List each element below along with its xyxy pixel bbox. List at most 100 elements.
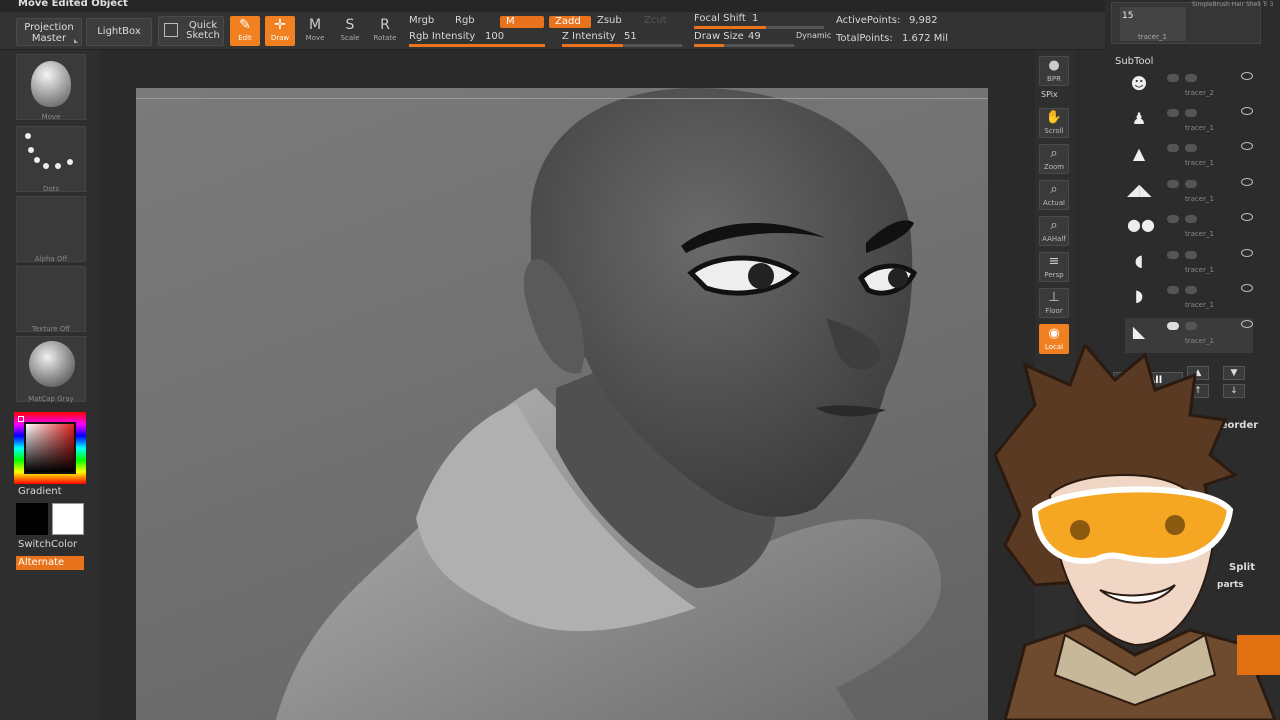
character-overlay: [993, 345, 1280, 720]
color-marker: [18, 416, 24, 422]
right-pupil: [888, 268, 908, 288]
toggle[interactable]: [1185, 322, 1197, 330]
rgb-intensity-value: 100: [485, 31, 505, 42]
scale-button[interactable]: S Scale: [335, 16, 365, 46]
toggle[interactable]: [1185, 144, 1197, 152]
eyes-icon: ●●: [1127, 215, 1155, 234]
material-slot[interactable]: MatCap Gray: [16, 336, 86, 403]
eye-icon[interactable]: [1241, 178, 1253, 186]
toggle[interactable]: [1167, 74, 1179, 82]
texture-label: Texture Off: [31, 325, 71, 333]
draw-button[interactable]: ✛ Draw: [265, 16, 295, 46]
subtool-item[interactable]: ☻ tracer_2: [1125, 70, 1253, 105]
tool-count: 15: [1122, 11, 1134, 21]
aahalf-button[interactable]: ⌕ AAHalf: [1039, 216, 1069, 246]
stroke-slot[interactable]: Dots: [16, 126, 86, 193]
alpha-slot[interactable]: Alpha Off: [16, 196, 86, 263]
bpr-button[interactable]: ● BPR: [1039, 56, 1069, 86]
subtool-item[interactable]: ◗ tracer_1: [1125, 282, 1253, 317]
toggle[interactable]: [1185, 251, 1197, 259]
toggle[interactable]: [1167, 322, 1179, 330]
toggle[interactable]: [1185, 180, 1197, 188]
sculpt-model[interactable]: [136, 88, 988, 720]
stroke-dot: [25, 133, 31, 139]
gradient-label[interactable]: Gradient: [18, 486, 62, 497]
dynamic-toggle[interactable]: Dynamic: [796, 31, 831, 40]
texture-slot[interactable]: Texture Off: [16, 266, 86, 333]
rotate-button[interactable]: R Rotate: [370, 16, 400, 46]
chevron-down-icon: [74, 39, 78, 43]
mrgb-toggle[interactable]: Mrgb: [409, 15, 434, 26]
alternate-button[interactable]: Alternate: [16, 556, 84, 570]
subtool-item[interactable]: ◢◣ tracer_1: [1125, 176, 1253, 211]
window-title: Move Edited Object: [18, 0, 128, 9]
toggle[interactable]: [1167, 109, 1179, 117]
lightbox-button[interactable]: LightBox: [86, 18, 152, 46]
z-intensity-slider[interactable]: [562, 44, 682, 47]
active-points-label: ActivePoints:: [836, 15, 901, 26]
subtool-item[interactable]: ♟ tracer_1: [1125, 105, 1253, 140]
actual-button[interactable]: ⌕ Actual: [1039, 180, 1069, 210]
toggle[interactable]: [1167, 286, 1179, 294]
title-bar: Move Edited Object: [0, 0, 1280, 12]
subtool-title[interactable]: SubTool: [1115, 56, 1153, 67]
stroke-dot: [67, 159, 73, 165]
actual-icon: ⌕: [1050, 182, 1058, 197]
subtool-item[interactable]: ▲ tracer_1: [1125, 140, 1253, 175]
scroll-button[interactable]: ✋ Scroll: [1039, 108, 1069, 138]
spix-label[interactable]: SPix: [1041, 90, 1058, 99]
eyebrows-icon: ◢◣: [1127, 180, 1152, 199]
subtool-item[interactable]: ●● tracer_1: [1125, 211, 1253, 246]
eye-icon[interactable]: [1241, 249, 1253, 257]
eye-icon[interactable]: [1241, 107, 1253, 115]
quick-sketch-label: Quick Sketch: [186, 20, 220, 41]
toggle[interactable]: [1185, 215, 1197, 223]
zadd-toggle[interactable]: Zadd: [549, 16, 591, 28]
main-color-swatch[interactable]: [16, 503, 48, 535]
toggle[interactable]: [1185, 74, 1197, 82]
m-toggle[interactable]: M: [500, 16, 544, 28]
draw-size-slider[interactable]: [694, 44, 794, 47]
switch-color-button[interactable]: SwitchColor: [18, 539, 77, 550]
torso-icon: ♟: [1131, 109, 1147, 128]
floor-button[interactable]: ⊥ Floor: [1039, 288, 1069, 318]
rotate-label: Rotate: [373, 34, 397, 42]
toggle[interactable]: [1167, 180, 1179, 188]
edit-button[interactable]: ✎ Edit: [230, 16, 260, 46]
eye-icon[interactable]: [1241, 142, 1253, 150]
toggle[interactable]: [1185, 109, 1197, 117]
zsub-toggle[interactable]: Zsub: [597, 15, 622, 26]
eye-icon[interactable]: [1241, 320, 1253, 328]
persp-button[interactable]: ≡ Persp: [1039, 252, 1069, 282]
rgb-intensity-fill: [409, 44, 545, 47]
focal-shift-slider[interactable]: [694, 26, 824, 29]
subtool-name: tracer_1: [1185, 195, 1214, 203]
rgb-toggle[interactable]: Rgb: [455, 15, 475, 26]
scroll-label: Scroll: [1044, 127, 1064, 135]
projection-master-button[interactable]: Projection Master: [16, 18, 82, 46]
toggle[interactable]: [1185, 286, 1197, 294]
zoom-button[interactable]: ⌕ Zoom: [1039, 144, 1069, 174]
rgb-intensity-slider[interactable]: [409, 44, 545, 47]
toggle[interactable]: [1167, 215, 1179, 223]
alpha-label: Alpha Off: [34, 255, 68, 263]
color-picker[interactable]: [14, 412, 86, 484]
subtool-item[interactable]: ◖ tracer_1: [1125, 247, 1253, 282]
eye-icon[interactable]: [1241, 72, 1253, 80]
secondary-color-swatch[interactable]: [52, 503, 84, 535]
quick-sketch-button[interactable]: Quick Sketch: [158, 16, 224, 46]
move-icon: M: [308, 17, 322, 33]
toggle[interactable]: [1167, 144, 1179, 152]
tool-thumbnail[interactable]: SimpleBrush Hair Shell Tr 3 15 tracer_1: [1111, 1, 1273, 44]
aahalf-label: AAHalf: [1042, 235, 1066, 243]
saturation-square[interactable]: [26, 424, 74, 472]
brush-preview-icon: [31, 61, 71, 107]
brush-slot[interactable]: Move: [16, 54, 86, 121]
toggle[interactable]: [1167, 251, 1179, 259]
stroke-label: Dots: [42, 185, 60, 193]
move-button[interactable]: M Move: [300, 16, 330, 46]
document-canvas[interactable]: [136, 88, 988, 720]
zcut-toggle[interactable]: Zcut: [644, 15, 667, 26]
eye-icon[interactable]: [1241, 284, 1253, 292]
eye-icon[interactable]: [1241, 213, 1253, 221]
